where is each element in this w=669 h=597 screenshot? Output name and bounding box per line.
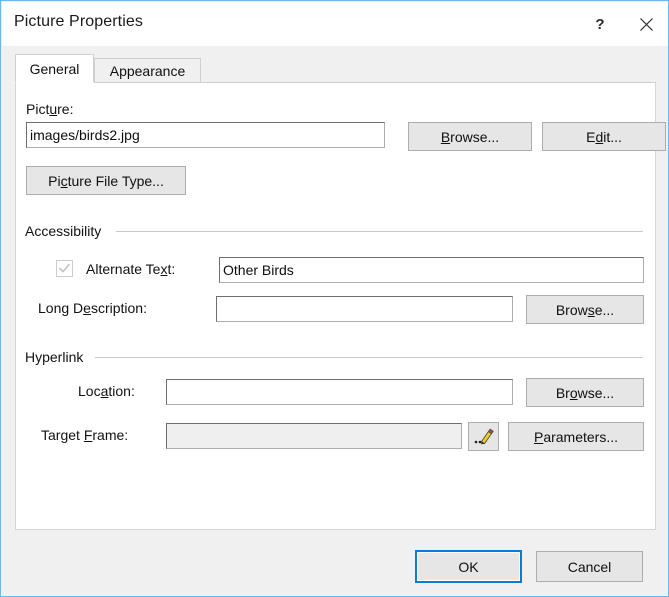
cancel-label: Cancel bbox=[567, 558, 612, 575]
picture-edit-label: Edit... bbox=[586, 128, 622, 145]
ok-label: OK bbox=[458, 558, 479, 575]
location-input[interactable] bbox=[166, 379, 513, 405]
location-browse-label: Browse... bbox=[555, 384, 615, 401]
title-bar: Picture Properties ? bbox=[2, 2, 668, 46]
tab-general[interactable]: General bbox=[15, 54, 94, 83]
target-frame-pencil-button[interactable] bbox=[468, 422, 499, 451]
alternate-text-label: Alternate Text: bbox=[86, 261, 176, 277]
tab-strip: General Appearance bbox=[15, 54, 656, 83]
picture-browse-label: Browse... bbox=[440, 128, 500, 145]
long-description-label: Long Description: bbox=[38, 300, 147, 316]
tab-general-label: General bbox=[29, 60, 80, 77]
parameters-button[interactable]: Parameters... bbox=[508, 422, 644, 451]
close-button[interactable] bbox=[623, 2, 668, 46]
window-title: Picture Properties bbox=[14, 13, 143, 30]
accessibility-group-divider bbox=[116, 231, 643, 232]
close-x-icon bbox=[639, 17, 653, 31]
tab-appearance[interactable]: Appearance bbox=[94, 58, 201, 82]
picture-file-type-label: Picture File Type... bbox=[48, 172, 164, 189]
help-button[interactable]: ? bbox=[577, 2, 623, 46]
cancel-button[interactable]: Cancel bbox=[536, 551, 643, 582]
picture-properties-dialog: Picture Properties ? General Appearance … bbox=[0, 0, 669, 597]
long-description-browse-label: Browse... bbox=[555, 301, 615, 318]
location-browse-button[interactable]: Browse... bbox=[526, 378, 644, 407]
long-description-input[interactable] bbox=[216, 296, 513, 322]
picture-file-type-button[interactable]: Picture File Type... bbox=[26, 166, 186, 195]
question-mark-icon: ? bbox=[595, 15, 605, 33]
window-controls: ? bbox=[577, 2, 668, 46]
general-tab-panel: Picture: Browse... Edit... Picture File … bbox=[15, 82, 666, 530]
picture-browse-button[interactable]: Browse... bbox=[408, 122, 532, 151]
picture-edit-button[interactable]: Edit... bbox=[542, 122, 666, 151]
tab-appearance-label: Appearance bbox=[109, 62, 186, 79]
target-frame-label: Target Frame: bbox=[41, 427, 129, 443]
picture-label: Picture: bbox=[26, 101, 74, 117]
checkmark-icon bbox=[58, 263, 71, 273]
alternate-text-input[interactable] bbox=[219, 257, 644, 283]
parameters-label: Parameters... bbox=[533, 428, 619, 445]
ellipsis-pencil-icon bbox=[474, 428, 494, 444]
target-frame-input[interactable] bbox=[166, 423, 462, 449]
picture-path-input[interactable] bbox=[26, 122, 385, 148]
long-description-browse-button[interactable]: Browse... bbox=[526, 295, 644, 324]
hyperlink-group-label: Hyperlink bbox=[25, 349, 90, 365]
hyperlink-group-divider bbox=[95, 357, 643, 358]
accessibility-group-label: Accessibility bbox=[25, 223, 108, 239]
ok-button[interactable]: OK bbox=[415, 550, 522, 583]
alternate-text-checkbox[interactable] bbox=[56, 260, 73, 277]
location-label: Location: bbox=[78, 383, 135, 399]
